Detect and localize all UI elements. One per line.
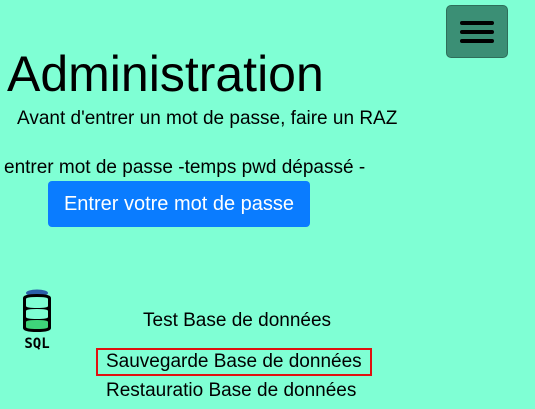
save-database-link[interactable]: Sauvegarde Base de données — [96, 348, 372, 376]
restore-database-link[interactable]: Restauratio Base de données — [106, 379, 356, 403]
sql-database-icon[interactable]: SQL — [15, 288, 61, 352]
sql-icon-label: SQL — [24, 336, 49, 352]
raz-notice: Avant d'entrer un mot de passe, faire un… — [17, 108, 398, 129]
menu-button[interactable] — [446, 5, 508, 58]
enter-password-button[interactable]: Entrer votre mot de passe — [48, 181, 310, 227]
hamburger-menu-icon — [459, 18, 495, 46]
password-status-text: entrer mot de passe -temps pwd dépassé - — [4, 157, 366, 178]
page-title: Administration — [7, 46, 324, 102]
test-database-link[interactable]: Test Base de données — [143, 309, 331, 333]
